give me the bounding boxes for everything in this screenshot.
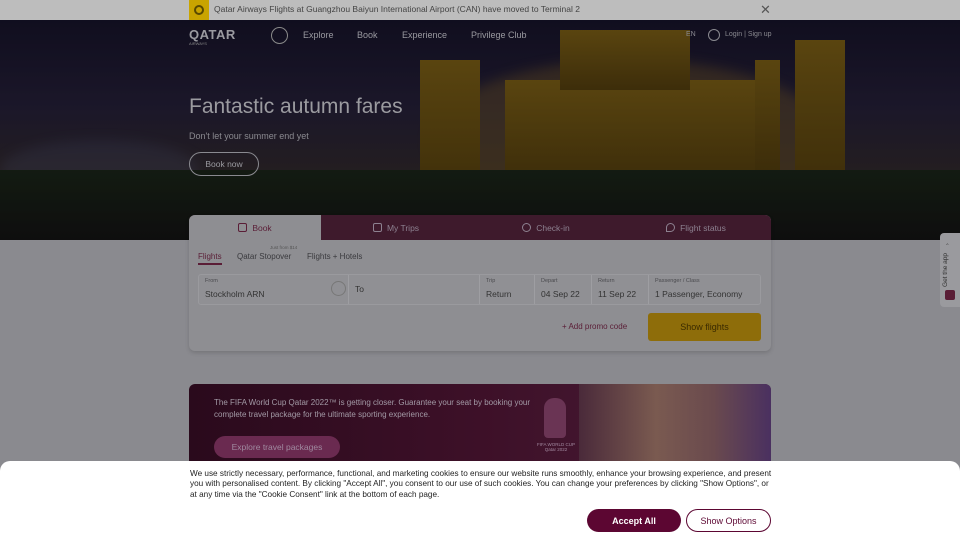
trip-field[interactable]: Trip Return (480, 275, 535, 304)
passenger-value: 1 Passenger, Economy (655, 289, 743, 299)
get-app-label: Get the app (942, 253, 949, 287)
from-value: Stockholm ARN (205, 289, 265, 299)
depart-label: Depart (541, 278, 558, 284)
subtab-flights[interactable]: Flights (198, 252, 222, 265)
to-field[interactable]: To (349, 275, 480, 304)
subtab-qatar-stopover[interactable]: Qatar Stopover (237, 252, 291, 261)
passenger-field[interactable]: Passenger / Class 1 Passenger, Economy (649, 275, 760, 304)
explore-packages-button[interactable]: Explore travel packages (214, 436, 340, 458)
nav-book[interactable]: Book (357, 30, 378, 40)
show-options-button[interactable]: Show Options (686, 509, 771, 532)
world-cup-emblem (544, 398, 566, 438)
nav-explore[interactable]: Explore (303, 30, 334, 40)
info-icon (189, 0, 209, 20)
tab-flight-status[interactable]: Flight status (621, 215, 771, 240)
tab-check-in[interactable]: Check-in (471, 215, 621, 240)
book-now-button[interactable]: Book now (189, 152, 259, 176)
announcement-text[interactable]: Qatar Airways Flights at Guangzhou Baiyu… (214, 4, 580, 14)
language-selector[interactable]: EN (686, 31, 696, 38)
qatar-logo[interactable]: QATAR (189, 27, 236, 42)
main-nav: QATAR AIRWAYS Explore Book Experience Pr… (0, 20, 960, 50)
logo-subtext: AIRWAYS (189, 41, 207, 46)
announcement-bar: Qatar Airways Flights at Guangzhou Baiyu… (0, 0, 960, 20)
close-icon[interactable]: ✕ (760, 2, 771, 18)
cookie-banner: We use strictly necessary, performance, … (0, 461, 960, 540)
app-icon (945, 290, 955, 300)
booking-tabs: Book My Trips Check-in Flight status (189, 215, 771, 240)
booking-widget: Book My Trips Check-in Flight status Fli… (189, 215, 771, 351)
hero-title: Fantastic autumn fares (189, 95, 403, 118)
return-field[interactable]: Return 11 Sep 22 (592, 275, 649, 304)
show-flights-button[interactable]: Show flights (648, 313, 761, 341)
passenger-label: Passenger / Class (655, 278, 700, 284)
from-field[interactable]: From Stockholm ARN (199, 275, 349, 304)
stopover-badge: Just from $14 (270, 245, 298, 250)
user-icon[interactable] (708, 29, 720, 41)
check-icon (522, 223, 532, 232)
trip-label: Trip (486, 278, 496, 284)
return-label: Return (598, 278, 615, 284)
location-pin-icon (666, 223, 676, 232)
tab-book[interactable]: Book (189, 215, 321, 240)
login-link[interactable]: Login | Sign up (725, 31, 772, 38)
search-fields: From Stockholm ARN To Trip Return Depart… (198, 274, 761, 305)
plane-icon (238, 223, 248, 232)
nav-experience[interactable]: Experience (402, 30, 447, 40)
tab-my-trips[interactable]: My Trips (321, 215, 471, 240)
trip-value: Return (486, 289, 512, 299)
chevron-up-icon: ‸ (946, 236, 949, 245)
cookie-text: We use strictly necessary, performance, … (190, 469, 772, 499)
oneworld-icon (271, 27, 288, 44)
get-app-tab[interactable]: ‸ Get the app (940, 233, 960, 307)
hero-subtitle: Don't let your summer end yet (189, 131, 309, 141)
tab-label: Book (252, 222, 272, 233)
subtab-flights-hotels[interactable]: Flights + Hotels (307, 252, 362, 261)
add-promo-code-link[interactable]: + Add promo code (562, 322, 627, 331)
depart-value: 04 Sep 22 (541, 289, 580, 299)
world-cup-banner: FIFA WORLD CUP Qatar 2022 The FIFA World… (189, 384, 771, 462)
tab-label: Flight status (680, 222, 726, 233)
show-flights-label: Show flights (680, 322, 729, 332)
swap-icon[interactable] (331, 281, 346, 296)
banner-text: The FIFA World Cup Qatar 2022™ is gettin… (214, 398, 531, 419)
nav-privilege-club[interactable]: Privilege Club (471, 30, 527, 40)
calendar-icon (372, 223, 382, 232)
depart-field[interactable]: Depart 04 Sep 22 (535, 275, 592, 304)
hero-image (0, 20, 960, 240)
tab-label: Check-in (536, 222, 570, 233)
tab-label: My Trips (386, 222, 420, 233)
accept-all-button[interactable]: Accept All (587, 509, 681, 532)
return-value: 11 Sep 22 (598, 289, 637, 299)
to-label: To (355, 284, 364, 294)
emblem-text: FIFA WORLD CUP Qatar 2022 (536, 442, 575, 452)
from-label: From (205, 278, 218, 284)
fans-image (579, 384, 771, 462)
